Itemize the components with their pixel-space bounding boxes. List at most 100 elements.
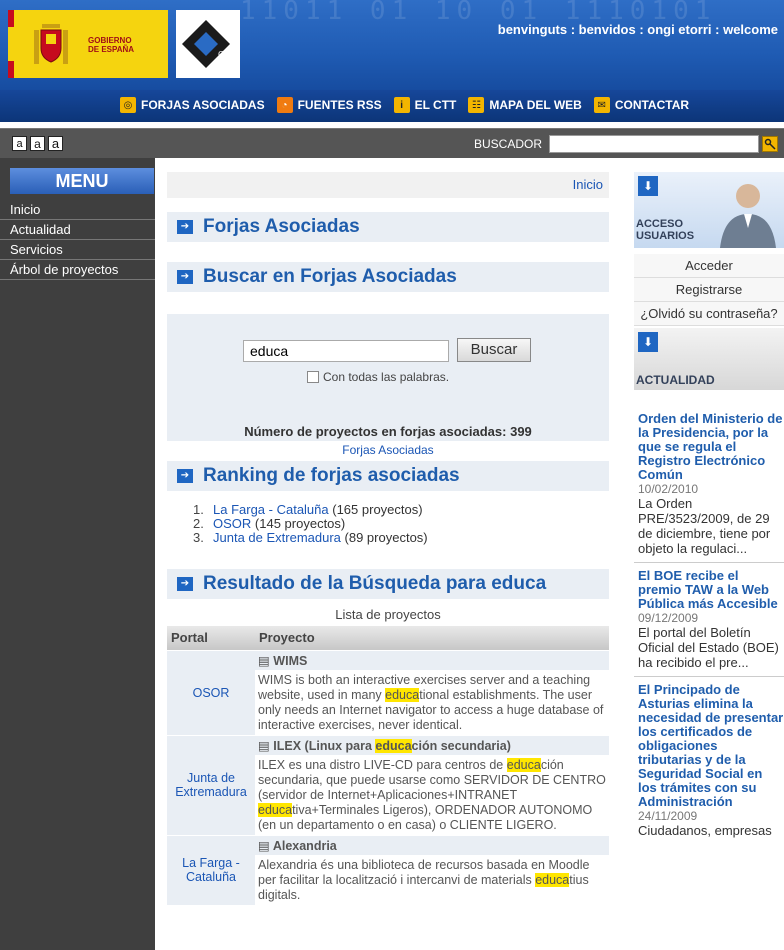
- results-caption: Lista de proyectos: [335, 607, 441, 622]
- news-date: 09/12/2009: [638, 611, 699, 625]
- site-search-input[interactable]: [549, 135, 759, 153]
- search-highlight: educa: [375, 738, 412, 753]
- registrarse-button[interactable]: Registrarse: [634, 278, 784, 302]
- document-icon: ▤: [258, 653, 274, 668]
- font-size-controls: a a a: [12, 136, 63, 151]
- table-row: Junta de Extremadura ▤ ILEX (Linux para e…: [167, 734, 609, 835]
- actualidad-banner[interactable]: ⬇ ACTUALIDAD: [634, 328, 784, 390]
- sidebar-item-actualidad[interactable]: Actualidad: [0, 220, 155, 240]
- all-words-checkbox[interactable]: [307, 371, 319, 383]
- section-resultados: ➔ Resultado de la Búsqueda para educa: [167, 569, 609, 599]
- description-text: tiva+Terminales Ligeros), ORDENADOR AUTO…: [258, 802, 593, 832]
- nav-forjas-asociadas[interactable]: ◎ FORJAS ASOCIADAS: [120, 97, 265, 113]
- font-size-small-button[interactable]: a: [12, 136, 27, 151]
- document-icon: ▤: [258, 838, 273, 853]
- acceder-button[interactable]: Acceder: [634, 254, 784, 278]
- table-row: OSOR ▤ WIMS: [167, 649, 609, 735]
- rank-count: (145 proyectos): [254, 516, 346, 531]
- nav-el-ctt[interactable]: i EL CTT: [393, 97, 456, 113]
- ranking-link-osor[interactable]: OSOR: [213, 516, 251, 531]
- arrow-icon: ➔: [177, 220, 193, 234]
- nav-label: FUENTES RSS: [297, 98, 382, 112]
- description-text: ILEX es una distro LIVE-CD para centros …: [258, 757, 507, 772]
- ranking-list: 1. La Farga - Cataluña (165 proyectos) 2…: [193, 503, 609, 545]
- sidebar-item-servicios[interactable]: Servicios: [0, 240, 155, 260]
- site-header: 11011 01 10 01 1110101 GOBIERNO DE ESPAÑ…: [0, 0, 784, 122]
- project-title[interactable]: ▤ WIMS: [255, 649, 609, 670]
- title-text: ción secundaria): [411, 738, 511, 753]
- ranking-link-junta-extremadura[interactable]: Junta de Extremadura: [213, 530, 341, 545]
- rss-icon: ◔: [276, 97, 293, 113]
- project-title[interactable]: ▤ ILEX (Linux para educación secundaria): [255, 734, 609, 755]
- key-icon: [764, 138, 776, 150]
- forgot-password-link[interactable]: ¿Olvidó su contraseña?: [634, 302, 784, 326]
- rank-count: (89 proyectos): [344, 530, 428, 545]
- rank-number: 3.: [193, 530, 204, 545]
- nav-mapa-del-web[interactable]: ☷ MAPA DEL WEB: [468, 97, 582, 113]
- forjas-asociadas-link-wrap: Forjas Asociadas: [167, 441, 609, 459]
- title-text: Alexandria: [272, 838, 337, 853]
- section-ranking: ➔ Ranking de forjas asociadas: [167, 461, 609, 491]
- mail-icon: ✉: [593, 97, 610, 113]
- search-highlight: educa: [506, 757, 541, 772]
- news-title[interactable]: El BOE recibe el premio TAW a la Web Púb…: [638, 569, 784, 611]
- nav-contactar[interactable]: ✉ CONTACTAR: [593, 97, 689, 113]
- right-column: ⬇ ACCESO USUARIOS Acceder Registrarse ¿O…: [634, 172, 784, 838]
- arrow-icon: ➔: [177, 469, 193, 483]
- ranking-link-la-farga[interactable]: La Farga - Cataluña: [213, 502, 329, 517]
- sidebar-item-inicio[interactable]: Inicio: [0, 200, 155, 220]
- font-size-medium-button[interactable]: a: [30, 136, 45, 151]
- project-description: Alexandria és una biblioteca de recursos…: [255, 854, 609, 905]
- search-go-button[interactable]: [762, 136, 778, 152]
- main-content: Inicio ➔ Forjas Asociadas ➔ Buscar en Fo…: [167, 172, 609, 905]
- nav-fuentes-rss[interactable]: ◔ FUENTES RSS: [276, 97, 382, 113]
- nav-label: FORJAS ASOCIADAS: [141, 98, 265, 112]
- buscar-button[interactable]: Buscar: [457, 338, 531, 362]
- acceso-usuarios-banner[interactable]: ⬇ ACCESO USUARIOS: [634, 172, 784, 248]
- ranking-item: 3. Junta de Extremadura (89 proyectos): [193, 531, 609, 545]
- column-header-portal: Portal: [167, 626, 255, 650]
- portal-link[interactable]: OSOR: [193, 686, 230, 700]
- coat-of-arms-icon: [34, 24, 68, 64]
- search-label: BUSCADOR: [474, 137, 543, 151]
- ranking-item: 1. La Farga - Cataluña (165 proyectos): [193, 503, 609, 517]
- title-text: ILEX (Linux para: [273, 738, 376, 753]
- results-title: Resultado de la Búsqueda para educa: [203, 573, 547, 594]
- nav-label: MAPA DEL WEB: [489, 98, 582, 112]
- news-text: El portal del Boletín Oficial del Estado…: [638, 625, 779, 670]
- project-title[interactable]: ▤ Alexandria: [255, 834, 609, 855]
- menu-list: Inicio Actualidad Servicios Árbol de pro…: [0, 200, 155, 280]
- project-search-form: Buscar Con todas las palabras.: [167, 314, 609, 418]
- breadcrumb-inicio-link[interactable]: Inicio: [573, 177, 603, 192]
- portal-link[interactable]: Junta de Extremadura: [175, 771, 247, 799]
- document-icon: ▤: [258, 738, 274, 753]
- breadcrumb: Inicio: [167, 172, 609, 198]
- news-title[interactable]: El Principado de Asturias elimina la nec…: [638, 683, 784, 809]
- news-text: La Orden PRE/3523/2009, de 29 de diciemb…: [638, 496, 771, 556]
- all-words-option[interactable]: Con todas las palabras.: [307, 370, 449, 384]
- businessman-icon: [720, 184, 776, 248]
- news-item: El Principado de Asturias elimina la nec…: [634, 683, 784, 839]
- search-highlight: educa: [385, 687, 420, 702]
- news-list: Orden del Ministerio de la Presidencia, …: [634, 412, 784, 838]
- portal-cell: La Farga - Cataluña: [167, 834, 255, 905]
- gov-text: GOBIERNO DE ESPAÑA: [88, 36, 135, 54]
- project-search-input[interactable]: [243, 340, 449, 362]
- flag-icon: [8, 10, 14, 78]
- gobierno-espana-logo[interactable]: GOBIERNO DE ESPAÑA: [8, 10, 168, 78]
- font-size-large-button[interactable]: a: [48, 136, 63, 151]
- portal-link[interactable]: La Farga - Cataluña: [182, 856, 240, 884]
- sitemap-icon: ☷: [468, 97, 485, 113]
- forjas-asociadas-link[interactable]: Forjas Asociadas: [342, 443, 433, 457]
- welcome-text: benvinguts : benvidos : ongi etorri : we…: [497, 22, 778, 37]
- news-title[interactable]: Orden del Ministerio de la Presidencia, …: [638, 412, 784, 482]
- arrow-icon: ➔: [177, 270, 193, 284]
- ctt-logo[interactable]: CTT: [176, 10, 240, 78]
- sidebar-item-arbol-de-proyectos[interactable]: Árbol de proyectos: [0, 260, 155, 280]
- search-section-title: Buscar en Forjas Asociadas: [203, 266, 457, 287]
- results-table: Portal Proyecto OSOR ▤ WIMS WIMS is both a…: [167, 626, 609, 905]
- top-navigation: ◎ FORJAS ASOCIADAS ◔ FUENTES RSS i EL CT…: [120, 92, 689, 118]
- ctt-logo-icon: CTT: [182, 20, 233, 68]
- menu-title: MENU: [10, 168, 154, 194]
- search-highlight: educa: [535, 872, 570, 887]
